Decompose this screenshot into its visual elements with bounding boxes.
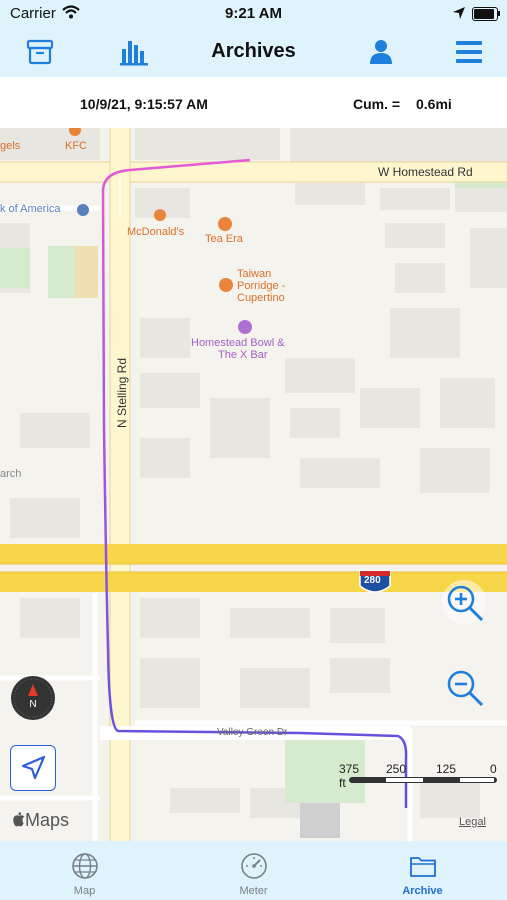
poi-homestead-bowl-line1[interactable]: Homestead Bowl & [191,337,285,349]
poi-taiwan-line3[interactable]: Cupertino [237,292,285,304]
status-bar: Carrier 9:21 AM [0,0,507,27]
tab-archive-label: Archive [402,885,443,897]
map-view[interactable]: W Homestead Rd N Stelling Rd Valley Gree… [0,128,507,841]
road-label-stelling: N Stelling Rd [115,357,129,429]
location-arrow-icon [453,7,465,19]
road-label-valley-green: Valley Green Dr [217,727,288,738]
hamburger-menu-icon [456,41,482,63]
folder-icon [410,857,436,877]
trip-datetime: 10/9/21, 9:15:57 AM [80,96,208,112]
zoom-in-button[interactable] [442,580,486,624]
battery-nub [498,11,500,16]
poi-church: arch [0,468,22,480]
poi-mcdonalds[interactable]: McDonald's [127,226,184,238]
scale-tick-0: 0 [490,762,497,776]
apple-logo-icon [13,812,25,827]
battery-icon [472,7,498,21]
poi-bank[interactable]: k of America [0,203,61,215]
road-label-homestead: W Homestead Rd [378,165,473,179]
tab-meter-label: Meter [239,885,268,897]
interstate-number: 280 [364,575,381,586]
poi-bagels[interactable]: gels [0,140,20,152]
current-location-button[interactable] [10,745,56,791]
poi-taiwan-line1[interactable]: Taiwan [237,268,271,280]
scale-tick-250: 250 [386,762,407,776]
compass-north-label: N [29,699,37,710]
legal-link[interactable]: Legal [459,816,486,828]
tab-bar: Map Meter Archive [0,841,507,900]
poi-homestead-bowl-line2[interactable]: The X Bar [218,349,268,361]
profile-button[interactable] [366,37,398,67]
compass-button[interactable]: N [11,676,55,720]
maps-attribution: Maps [12,810,69,831]
maps-attribution-text: Maps [25,810,70,830]
compass-icon [13,678,53,718]
status-time: 9:21 AM [225,5,282,22]
zoom-in-icon [442,580,486,624]
cumulative-value: 0.6mi [416,96,452,112]
zoom-out-button[interactable] [442,665,486,709]
cumulative-label: Cum. = [353,96,401,112]
location-arrow-icon [21,755,46,780]
tab-map[interactable]: Map [0,841,169,900]
globe-icon [72,853,98,879]
menu-button[interactable] [454,37,486,67]
trip-info-bar: 10/9/21, 9:15:57 AM Cum. = 0.6mi [0,77,507,128]
scale-tick-125: 125 [436,762,457,776]
tab-archive[interactable]: Archive [338,841,507,900]
zoom-out-icon [447,670,484,707]
gauge-icon [241,853,267,879]
person-icon [370,40,392,64]
tab-meter[interactable]: Meter [169,841,338,900]
poi-tea-era[interactable]: Tea Era [205,233,243,245]
scale-bar-graphic [349,777,497,783]
page-title: Archives [211,40,296,62]
poi-taiwan-line2[interactable]: Porridge - [237,280,285,292]
tab-map-label: Map [73,885,96,897]
navigation-bar: Archives [0,27,507,77]
poi-kfc[interactable]: KFC [65,140,87,152]
